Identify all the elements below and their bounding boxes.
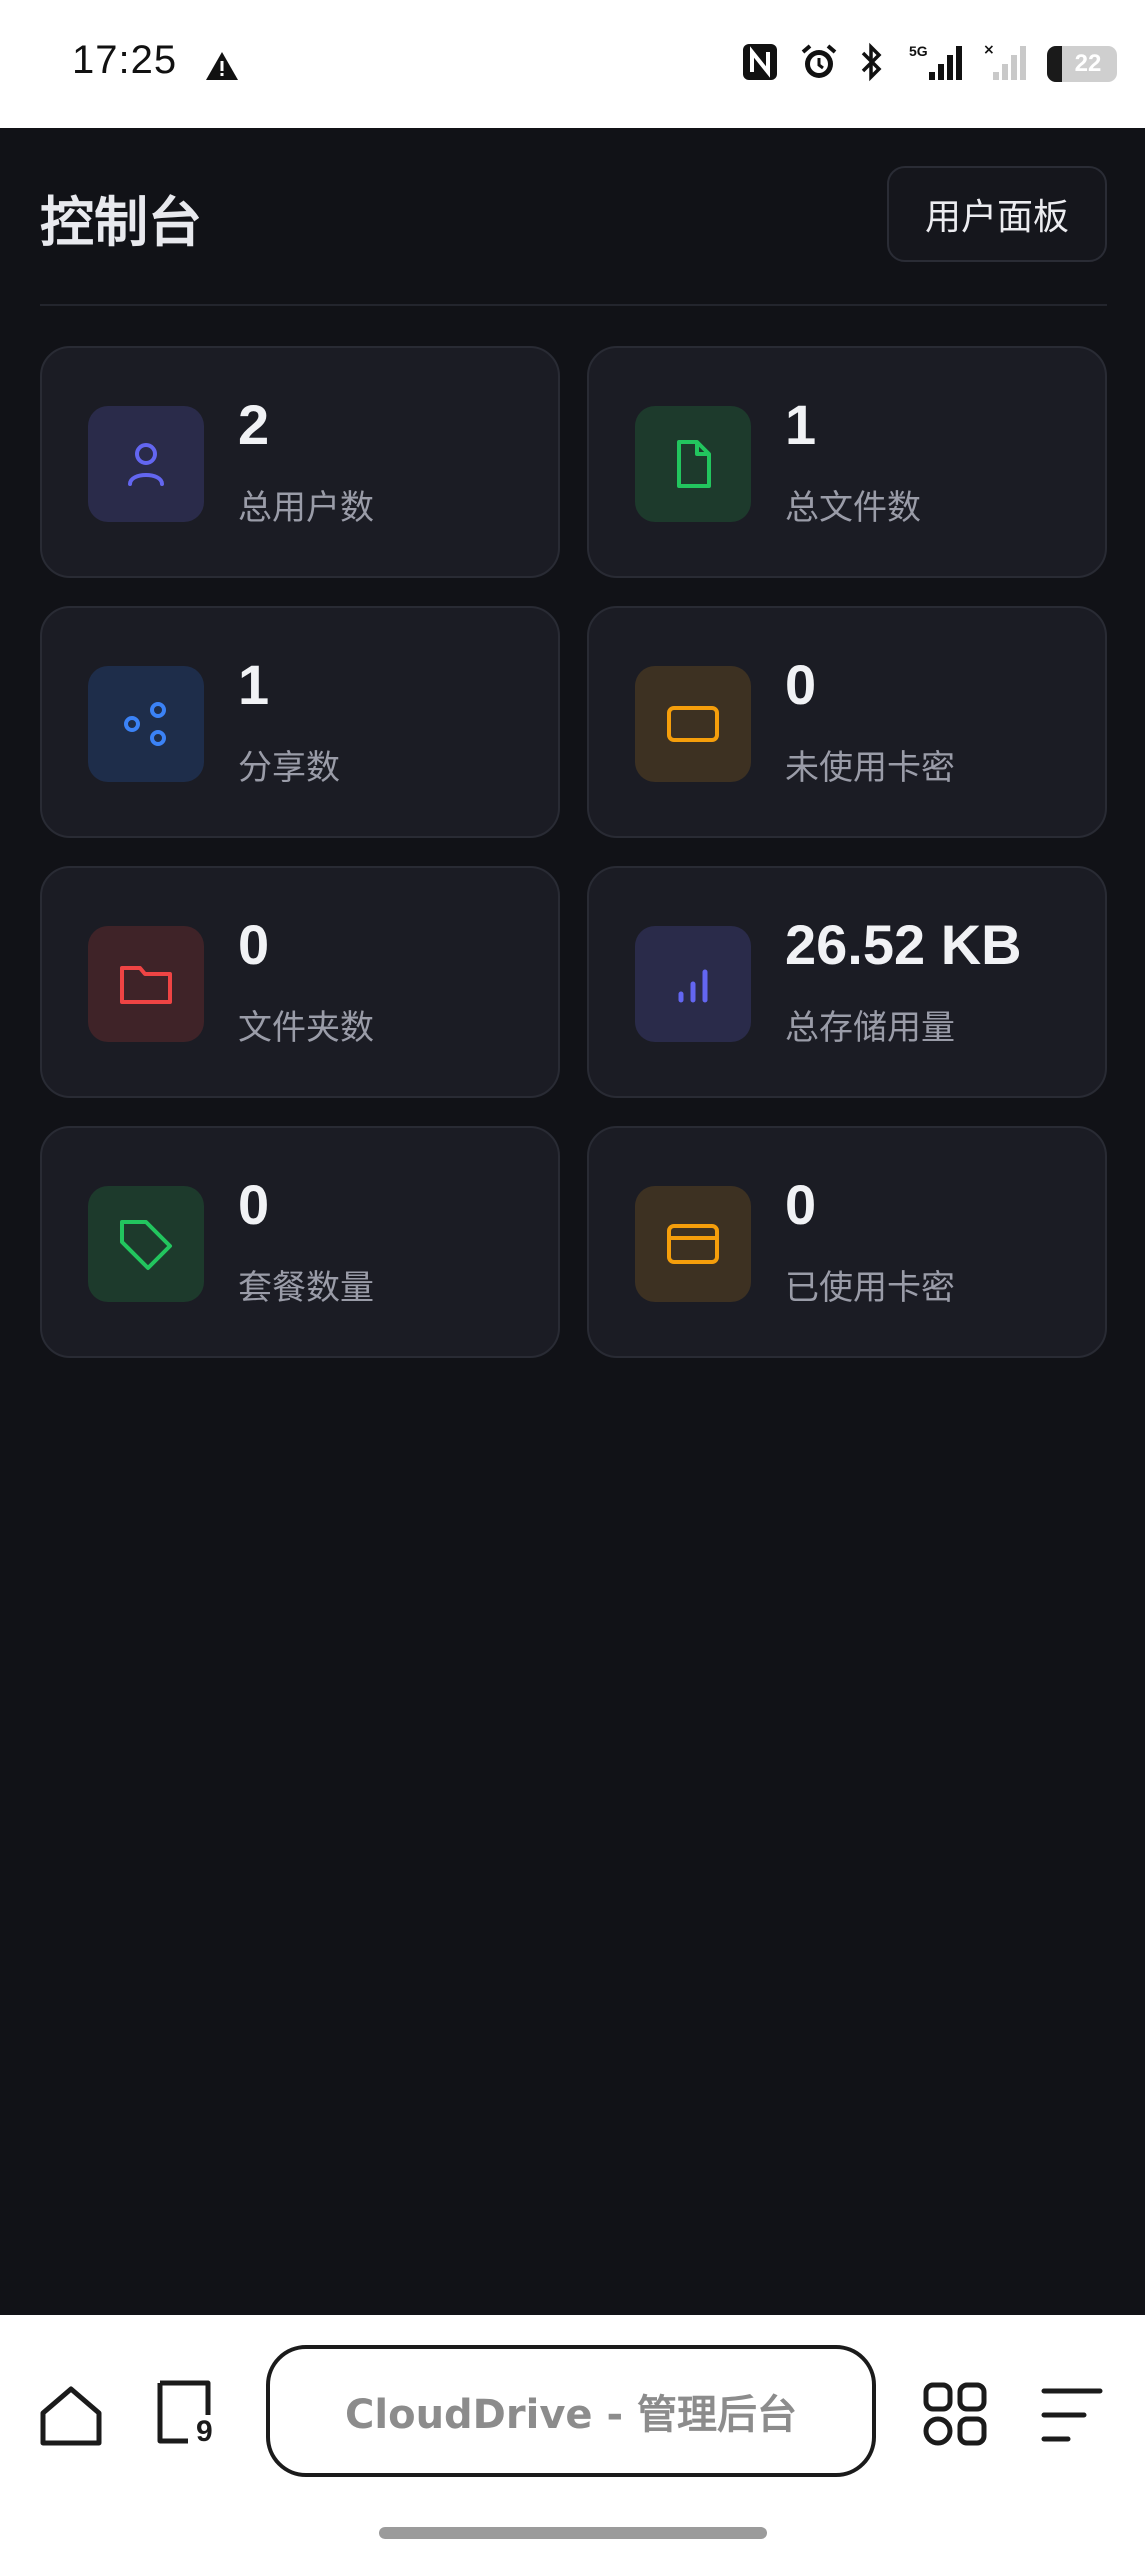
signal-weak-icon: × [983, 42, 1027, 86]
folder-icon [88, 926, 204, 1042]
header-divider [40, 304, 1107, 306]
share-icon [88, 666, 204, 782]
credit-card-icon [635, 1186, 751, 1302]
stats-grid: 2 总用户数 1 总文件数 1 分享数 0 未使用卡密 0 文件夹数 26.52 KB 总存储用量 0 套… [40, 346, 1107, 1358]
stat-label: 总文件数 [785, 488, 921, 528]
address-bar[interactable]: CloudDrive - 管理后台 [266, 2345, 876, 2477]
svg-text:5G: 5G [909, 43, 928, 59]
warning-icon [204, 50, 240, 86]
tabs-icon[interactable]: 9 [152, 2379, 222, 2453]
stat-value: 0 [785, 1173, 817, 1236]
page-title: 控制台 [40, 191, 202, 254]
tab-count: 9 [196, 2415, 213, 2448]
stat-card: 0 套餐数量 [40, 1126, 560, 1358]
tag-icon [88, 1186, 204, 1302]
stat-value: 2 [238, 393, 270, 456]
stat-card: 1 分享数 [40, 606, 560, 838]
stat-value: 26.52 KB [785, 913, 1022, 976]
battery-icon: 22 [1047, 46, 1117, 82]
file-icon [635, 406, 751, 522]
stat-card: 0 文件夹数 [40, 866, 560, 1098]
gesture-bar[interactable] [379, 2527, 767, 2539]
home-icon[interactable] [38, 2383, 104, 2453]
stat-card: 0 已使用卡密 [587, 1126, 1107, 1358]
battery-level: 22 [1074, 50, 1102, 77]
stat-card: 0 未使用卡密 [587, 606, 1107, 838]
card-icon [635, 666, 751, 782]
apps-grid-icon[interactable] [922, 2381, 988, 2451]
menu-icon[interactable] [1040, 2385, 1104, 2449]
stat-card: 2 总用户数 [40, 346, 560, 578]
nfc-icon [741, 42, 779, 86]
stat-label: 套餐数量 [238, 1268, 374, 1308]
user-icon [88, 406, 204, 522]
bar-chart-icon [635, 926, 751, 1042]
stat-label: 分享数 [238, 748, 340, 788]
stat-label: 未使用卡密 [785, 748, 955, 788]
status-icons: 5G × 22 [741, 42, 1117, 86]
stat-value: 1 [785, 393, 817, 456]
signal-5g-icon: 5G [903, 42, 963, 86]
stat-label: 总用户数 [238, 488, 374, 528]
user-panel-button[interactable]: 用户面板 [887, 166, 1107, 262]
bluetooth-icon [859, 42, 883, 86]
svg-text:×: × [983, 42, 995, 58]
stat-card: 26.52 KB 总存储用量 [587, 866, 1107, 1098]
stat-card: 1 总文件数 [587, 346, 1107, 578]
stat-value: 0 [238, 1173, 270, 1236]
stat-value: 0 [785, 653, 817, 716]
stat-label: 文件夹数 [238, 1008, 374, 1048]
stat-value: 1 [238, 653, 270, 716]
admin-dashboard: 控制台 用户面板 2 总用户数 1 总文件数 1 分享数 0 未使用卡密 0 文件夹数 26.52 … [0, 128, 1145, 2315]
stat-label: 总存储用量 [785, 1008, 955, 1048]
status-time: 17:25 [72, 38, 178, 82]
stat-value: 0 [238, 913, 270, 976]
stat-label: 已使用卡密 [785, 1268, 955, 1308]
browser-toolbar: 9 CloudDrive - 管理后台 [0, 2315, 1145, 2560]
status-bar: 17:25 5G × 22 [0, 0, 1145, 128]
alarm-icon [799, 42, 839, 86]
